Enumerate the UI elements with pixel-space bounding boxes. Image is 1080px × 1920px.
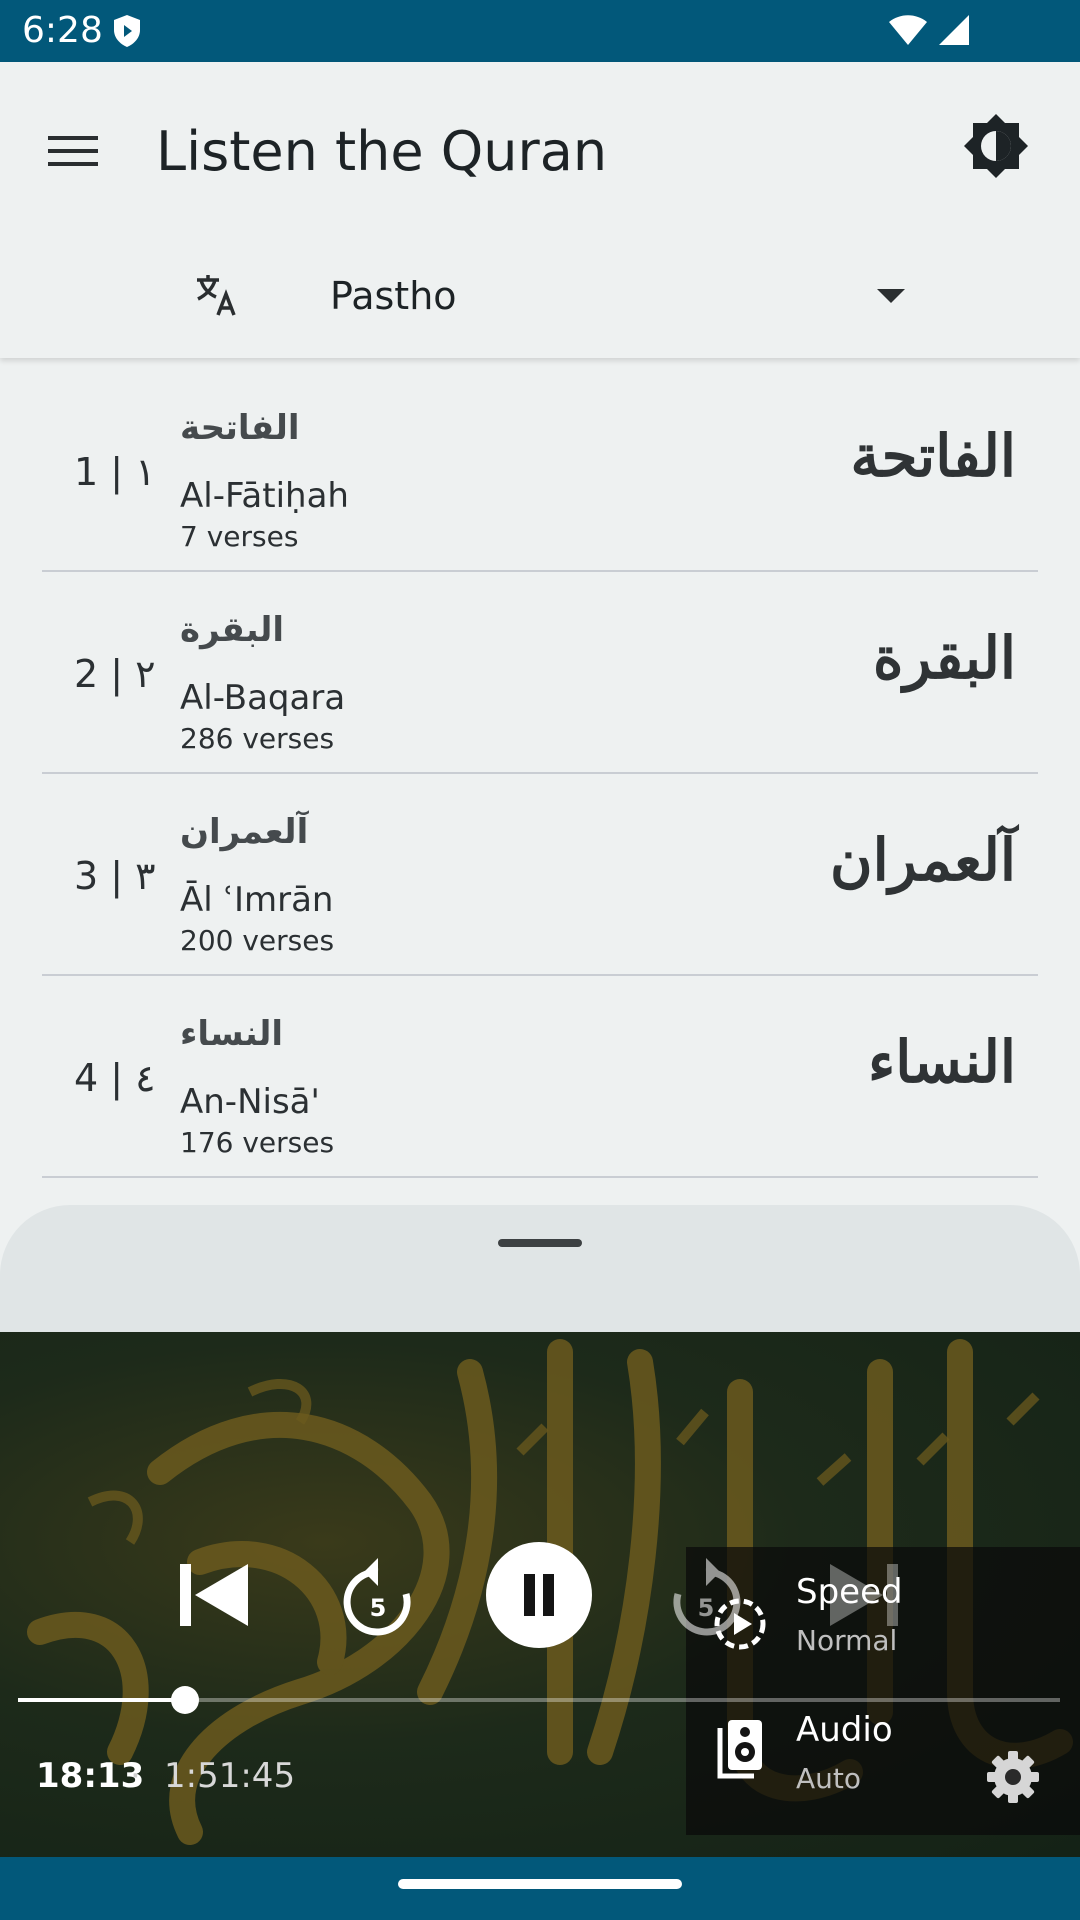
list-item[interactable]: 4 | ٤ النساء An-Nisā' 176 verses النساء — [42, 976, 1038, 1178]
language-select[interactable]: Pastho — [330, 274, 457, 318]
translate-icon — [194, 272, 240, 318]
progress-fill — [18, 1698, 185, 1702]
speed-label[interactable]: Speed — [796, 1572, 903, 1612]
time-separator: · — [130, 1756, 141, 1796]
drag-handle[interactable] — [498, 1239, 582, 1247]
app-bar: Listen the Quran Pastho — [0, 62, 1080, 358]
progress-bar[interactable] — [18, 1686, 1060, 1714]
previous-button[interactable] — [176, 1560, 252, 1630]
surah-verse-count: 176 verses — [180, 1126, 335, 1159]
menu-icon[interactable] — [46, 124, 100, 178]
surah-number: 2 | ٢ — [74, 652, 156, 696]
brightness-icon[interactable] — [962, 112, 1030, 180]
gear-icon[interactable] — [986, 1750, 1040, 1804]
list-item[interactable]: 2 | ٢ البقرة Al-Baqara 286 verses البقرة — [42, 572, 1038, 774]
surah-transliteration: An-Nisā' — [180, 1082, 320, 1122]
surah-arabic-name: آلعمران — [180, 812, 309, 852]
surah-arabic-name: النساء — [180, 1014, 284, 1054]
surah-calligraphy-name: النساء — [868, 1028, 1016, 1096]
surah-arabic-name: الفاتحة — [180, 408, 300, 448]
surah-calligraphy-name: الفاتحة — [850, 422, 1016, 490]
surah-calligraphy-name: البقرة — [872, 624, 1016, 692]
surah-number: 1 | ١ — [74, 450, 156, 494]
signal-icon — [938, 14, 970, 51]
surah-verse-count: 286 verses — [180, 722, 335, 755]
surah-arabic-name: البقرة — [180, 610, 284, 650]
surah-transliteration: Al-Fātiḥah — [180, 476, 349, 516]
audio-label[interactable]: Audio — [796, 1710, 893, 1750]
shield-icon — [112, 14, 142, 53]
pause-button[interactable] — [486, 1542, 592, 1648]
surah-number: 3 | ٣ — [74, 854, 156, 898]
navigation-bar — [0, 1857, 1080, 1920]
surah-transliteration: Al-Baqara — [180, 678, 346, 718]
home-handle[interactable] — [398, 1879, 682, 1889]
surah-verse-count: 7 verses — [180, 520, 299, 553]
surah-calligraphy-name: آلعمران — [829, 826, 1016, 894]
speaker-icon[interactable] — [714, 1718, 764, 1780]
page-title: Listen the Quran — [156, 120, 608, 183]
list-item[interactable]: 1 | ١ الفاتحة Al-Fātiḥah 7 verses الفاتح… — [42, 370, 1038, 572]
speed-value: Normal — [796, 1624, 898, 1657]
status-icons — [888, 14, 970, 51]
surah-verse-count: 200 verses — [180, 924, 335, 957]
status-time: 6:28 — [22, 10, 103, 51]
chevron-down-icon[interactable] — [876, 288, 906, 309]
wifi-icon — [888, 14, 928, 51]
audio-value: Auto — [796, 1762, 862, 1795]
surah-number: 4 | ٤ — [74, 1056, 156, 1100]
audio-player: 5 5 Speed Normal Audio Auto 18:13 · 1:51… — [0, 1332, 1080, 1857]
surah-transliteration: Āl ʿImrān — [180, 880, 334, 920]
progress-thumb[interactable] — [170, 1686, 199, 1714]
rewind-button[interactable]: 5 — [338, 1554, 418, 1638]
rewind-seconds: 5 — [370, 1594, 387, 1622]
surah-list: 1 | ١ الفاتحة Al-Fātiḥah 7 verses الفاتح… — [0, 370, 1080, 1178]
status-bar: 6:28 — [0, 0, 1080, 62]
list-item[interactable]: 3 | ٣ آلعمران Āl ʿImrān 200 verses آلعمر… — [42, 774, 1038, 976]
total-duration: 1:51:45 — [164, 1756, 296, 1796]
speed-icon[interactable] — [712, 1596, 768, 1652]
current-time: 18:13 — [36, 1756, 145, 1796]
